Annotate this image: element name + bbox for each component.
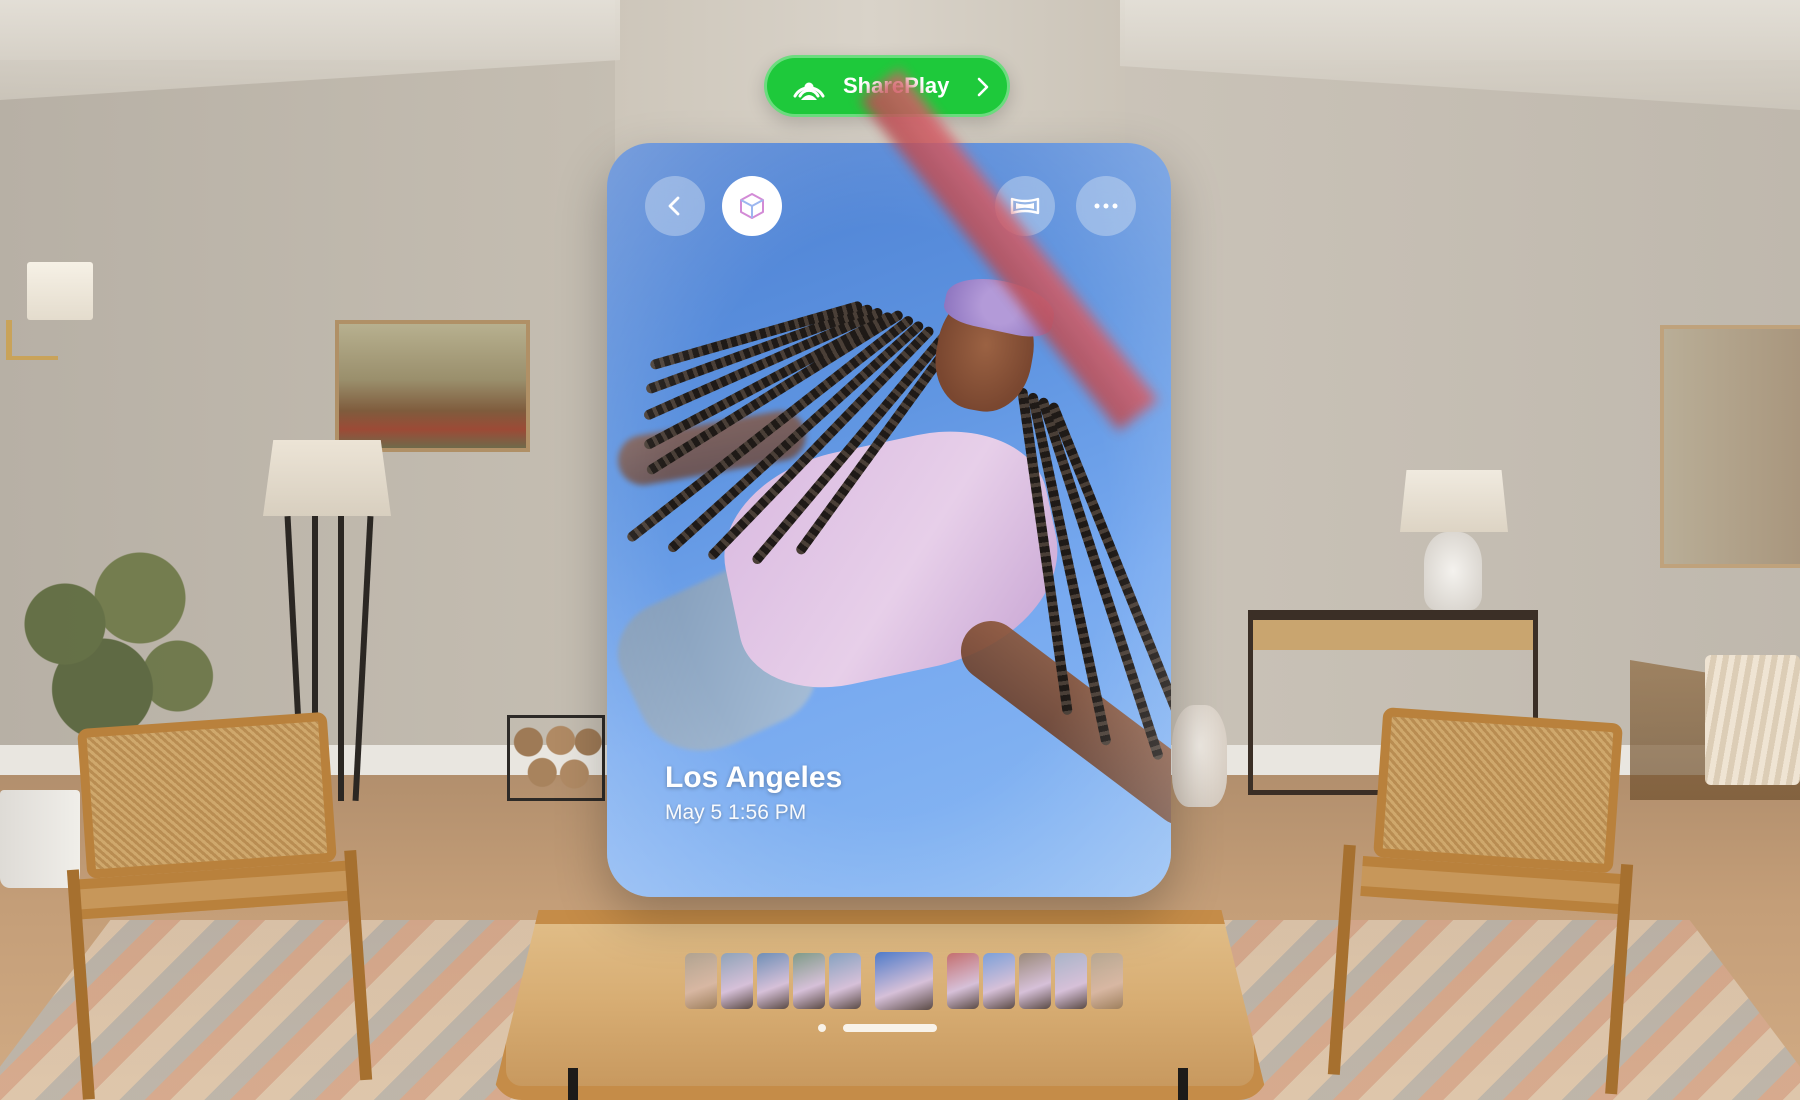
table-foot <box>1178 1068 1188 1100</box>
sconce-arm <box>6 320 58 360</box>
page-indicator-active[interactable] <box>843 1024 937 1032</box>
floor-vase <box>1172 705 1227 807</box>
wall-sconce <box>27 262 93 320</box>
table-lamp-base <box>1424 532 1482 610</box>
abstract-painting <box>1660 325 1800 568</box>
thumbnail[interactable] <box>793 953 825 1009</box>
ellipsis-icon <box>1094 203 1118 209</box>
shareplay-icon <box>793 82 825 100</box>
spatial-photo-button[interactable] <box>722 176 782 236</box>
firewood-rack <box>507 715 605 801</box>
thumbnail-selected[interactable] <box>875 952 933 1010</box>
throw-blanket <box>1705 655 1800 785</box>
chair-back <box>77 711 337 879</box>
thumbnail[interactable] <box>947 953 979 1009</box>
rattan-chair-right <box>1327 707 1634 1100</box>
photo-location-title: Los Angeles <box>665 761 843 794</box>
photo-date-subtitle: May 5 1:56 PM <box>665 801 807 824</box>
table-foot <box>568 1068 578 1100</box>
chevron-left-icon <box>668 196 680 216</box>
chevron-right-icon <box>977 77 989 97</box>
thumbnail[interactable] <box>757 953 789 1009</box>
thumbnail-strip[interactable] <box>685 952 1123 1010</box>
thumbnail[interactable] <box>1055 953 1087 1009</box>
thumbnail[interactable] <box>1091 953 1123 1009</box>
landscape-painting <box>335 320 530 452</box>
rattan-chair-left <box>66 711 373 1100</box>
thumbnail[interactable] <box>829 953 861 1009</box>
chair-back <box>1373 707 1623 874</box>
floor-lamp-shade <box>263 440 391 516</box>
back-button[interactable] <box>645 176 705 236</box>
cube-icon <box>740 193 764 219</box>
photo-viewer-window[interactable]: Los Angeles May 5 1:56 PM <box>607 143 1171 897</box>
more-button[interactable] <box>1076 176 1136 236</box>
panorama-icon <box>1010 197 1040 215</box>
page-indicator-dot[interactable] <box>818 1024 826 1032</box>
floor-lamp-leg <box>338 516 344 801</box>
table-lamp-shade <box>1400 470 1508 532</box>
thumbnail[interactable] <box>721 953 753 1009</box>
thumbnail[interactable] <box>685 953 717 1009</box>
thumbnail[interactable] <box>983 953 1015 1009</box>
console-drawer <box>1253 620 1533 650</box>
thumbnail[interactable] <box>1019 953 1051 1009</box>
